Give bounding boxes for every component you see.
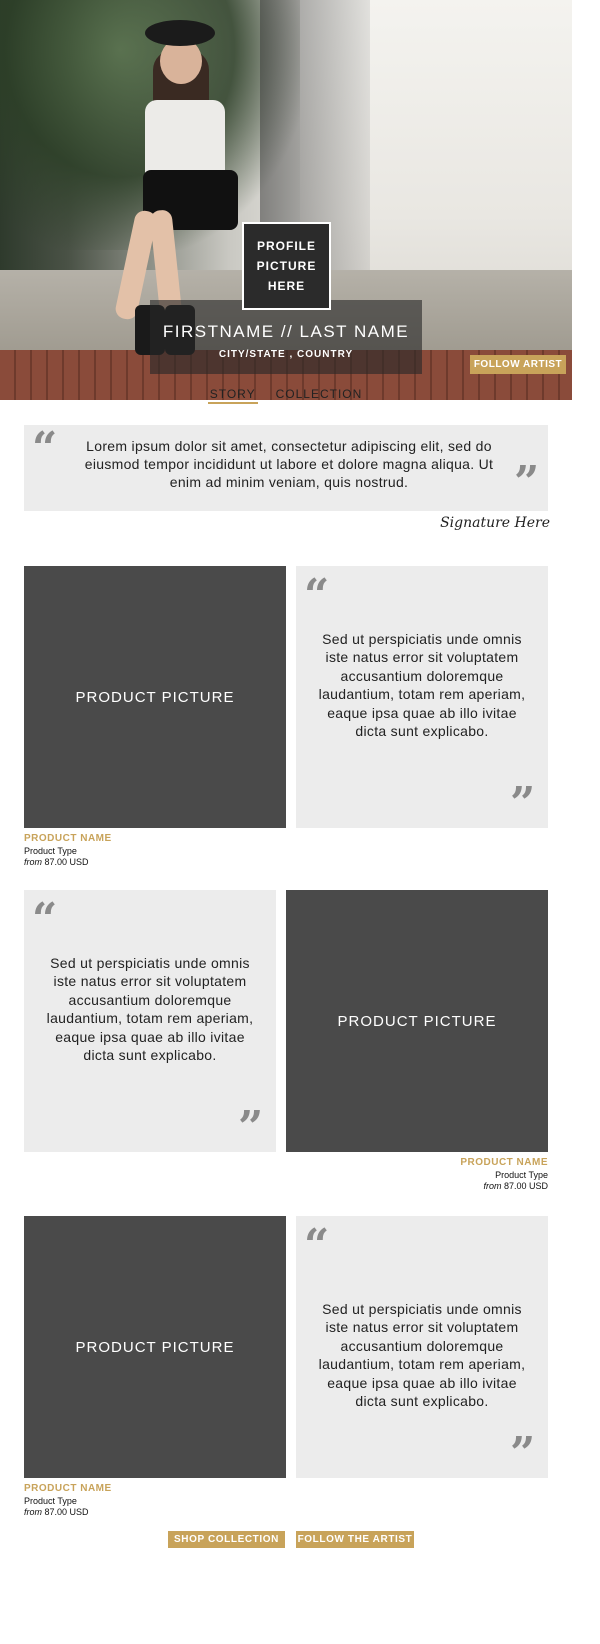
- quote-open-icon: “: [32, 423, 58, 474]
- quote-close-icon: ”: [238, 1102, 264, 1153]
- tab-bar: STORY COLLECTION: [0, 386, 572, 404]
- price-value: 87.00 USD: [44, 857, 89, 867]
- price-value: 87.00 USD: [503, 1181, 548, 1191]
- shop-collection-button[interactable]: SHOP COLLECTION: [168, 1531, 285, 1548]
- price-prefix: from: [483, 1181, 502, 1191]
- product-type-2: Product Type: [495, 1170, 548, 1180]
- tab-story[interactable]: STORY: [207, 386, 258, 404]
- hero-banner: FIRSTNAME // LAST NAME CITY/STATE , COUN…: [0, 0, 572, 400]
- quote-close-icon: ”: [514, 457, 540, 508]
- product-picture-3[interactable]: PRODUCT PICTURE: [24, 1216, 286, 1478]
- product-type-3: Product Type: [24, 1496, 77, 1506]
- follow-the-artist-button[interactable]: FOLLOW THE ARTIST: [296, 1531, 414, 1548]
- product-price-2: from 87.00 USD: [286, 1181, 548, 1191]
- price-prefix: from: [24, 1507, 42, 1517]
- product-price-1: from 87.00 USD: [24, 857, 89, 867]
- price-prefix: from: [24, 857, 42, 867]
- artist-name: FIRSTNAME // LAST NAME: [162, 322, 410, 341]
- quote-box-1: “ Sed ut perspiciatis unde omnis iste na…: [296, 566, 548, 828]
- intro-quote-box: “ Lorem ipsum dolor sit amet, consectetu…: [24, 425, 548, 511]
- profile-line-3: HERE: [267, 279, 306, 293]
- profile-line-2: PICTURE: [256, 259, 317, 273]
- quote-box-3: “ Sed ut perspiciatis unde omnis iste na…: [296, 1216, 548, 1478]
- product-price-3: from 87.00 USD: [24, 1507, 89, 1517]
- quote-open-icon: “: [304, 570, 330, 621]
- product-name-1[interactable]: PRODUCT NAME: [24, 833, 112, 844]
- quote-open-icon: “: [32, 894, 58, 945]
- quote-box-2: “ Sed ut perspiciatis unde omnis iste na…: [24, 890, 276, 1152]
- quote-open-icon: “: [304, 1220, 330, 1271]
- product-picture-2[interactable]: PRODUCT PICTURE: [286, 890, 548, 1152]
- quote-close-icon: ”: [510, 1428, 536, 1479]
- quote-text-1: Sed ut perspiciatis unde omnis iste natu…: [318, 631, 526, 740]
- quote-close-icon: ”: [510, 778, 536, 829]
- quote-text-3: Sed ut perspiciatis unde omnis iste natu…: [318, 1301, 526, 1410]
- product-type-1: Product Type: [24, 846, 77, 856]
- follow-artist-button[interactable]: FOLLOW ARTIST: [470, 355, 566, 374]
- price-value: 87.00 USD: [44, 1507, 89, 1517]
- product-name-3[interactable]: PRODUCT NAME: [24, 1483, 112, 1494]
- artist-name-bar: FIRSTNAME // LAST NAME CITY/STATE , COUN…: [150, 300, 422, 374]
- product-picture-1[interactable]: PRODUCT PICTURE: [24, 566, 286, 828]
- profile-line-1: PROFILE: [256, 239, 316, 253]
- intro-quote-text: Lorem ipsum dolor sit amet, consectetur …: [84, 438, 494, 490]
- tab-collection[interactable]: COLLECTION: [274, 386, 365, 404]
- product-name-2[interactable]: PRODUCT NAME: [286, 1157, 548, 1168]
- quote-text-2: Sed ut perspiciatis unde omnis iste natu…: [46, 955, 254, 1064]
- artist-location: CITY/STATE , COUNTRY: [218, 349, 354, 360]
- signature: Signature Here: [440, 515, 550, 531]
- profile-picture-placeholder: PROFILE PICTURE HERE: [242, 222, 331, 310]
